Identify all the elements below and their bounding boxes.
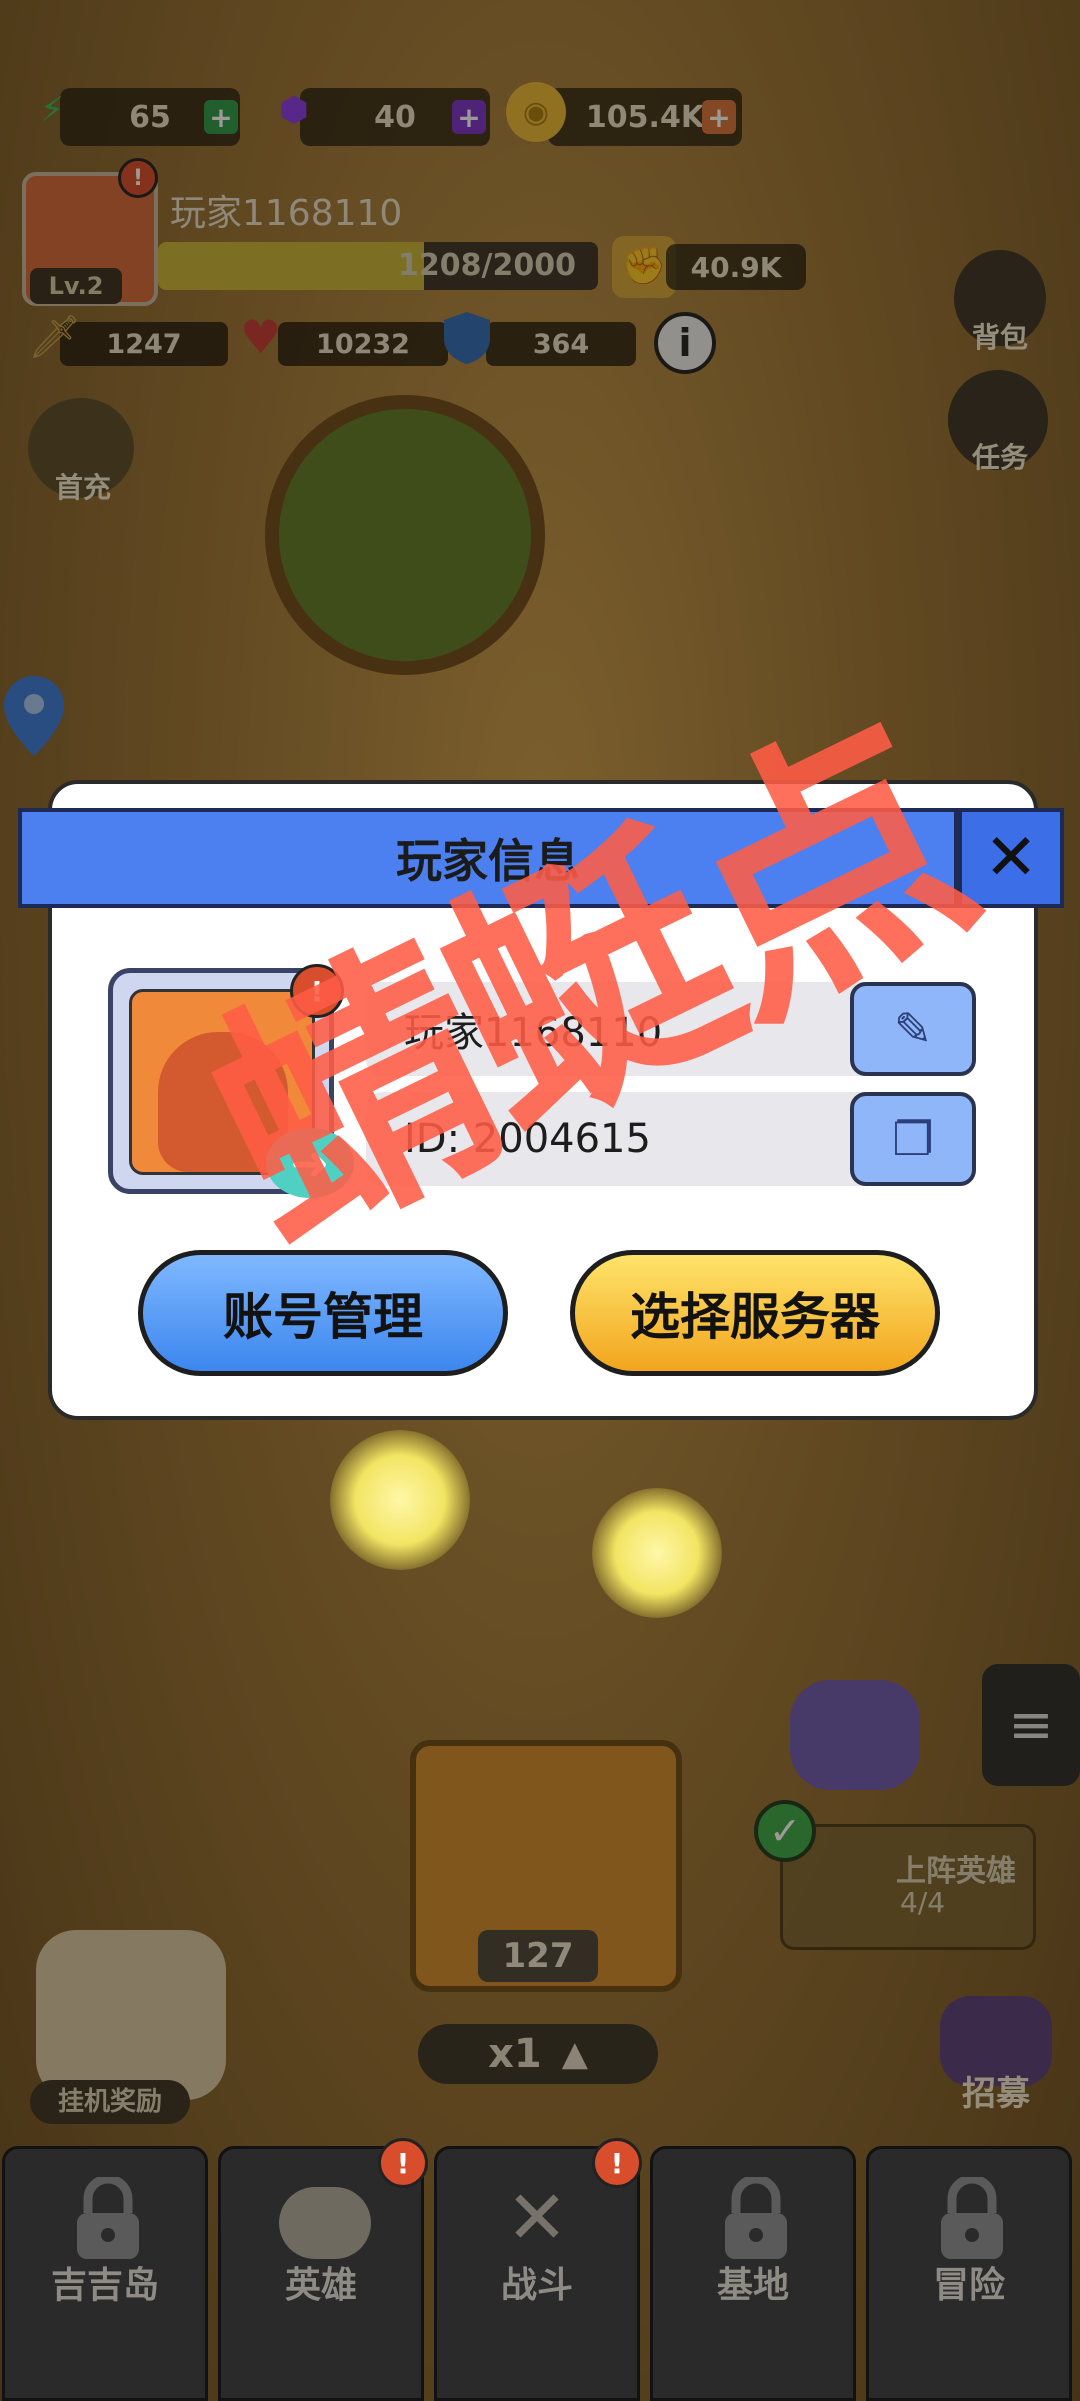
- lock-icon: [73, 2174, 143, 2261]
- close-icon: ✕: [984, 821, 1038, 895]
- lock-icon: [937, 2174, 1007, 2261]
- glow-orb: [330, 1430, 470, 1570]
- nav-tab-adventure[interactable]: 冒险: [866, 2146, 1072, 2401]
- heroes-alert-badge: !: [378, 2138, 428, 2188]
- nav-label: 战斗: [500, 2265, 573, 2306]
- nav-label: 英雄: [284, 2265, 357, 2306]
- select-server-button[interactable]: 选择服务器: [570, 1250, 940, 1376]
- nav-label: 吉吉岛: [50, 2265, 159, 2306]
- nav-label: 基地: [716, 2265, 789, 2306]
- nav-label: 冒险: [932, 2265, 1005, 2306]
- crossed-swords-icon: ✕: [505, 2175, 568, 2261]
- nav-tab-base[interactable]: 基地: [650, 2146, 856, 2401]
- battle-alert-badge: !: [592, 2138, 642, 2188]
- lock-icon: [721, 2174, 791, 2261]
- glow-orb: [592, 1488, 722, 1618]
- copy-id-button[interactable]: ❐: [850, 1092, 976, 1186]
- copy-icon: ❐: [892, 1112, 934, 1166]
- nav-tab-jiji-island[interactable]: 吉吉岛: [2, 2146, 208, 2401]
- hero-face-icon: [279, 2187, 371, 2259]
